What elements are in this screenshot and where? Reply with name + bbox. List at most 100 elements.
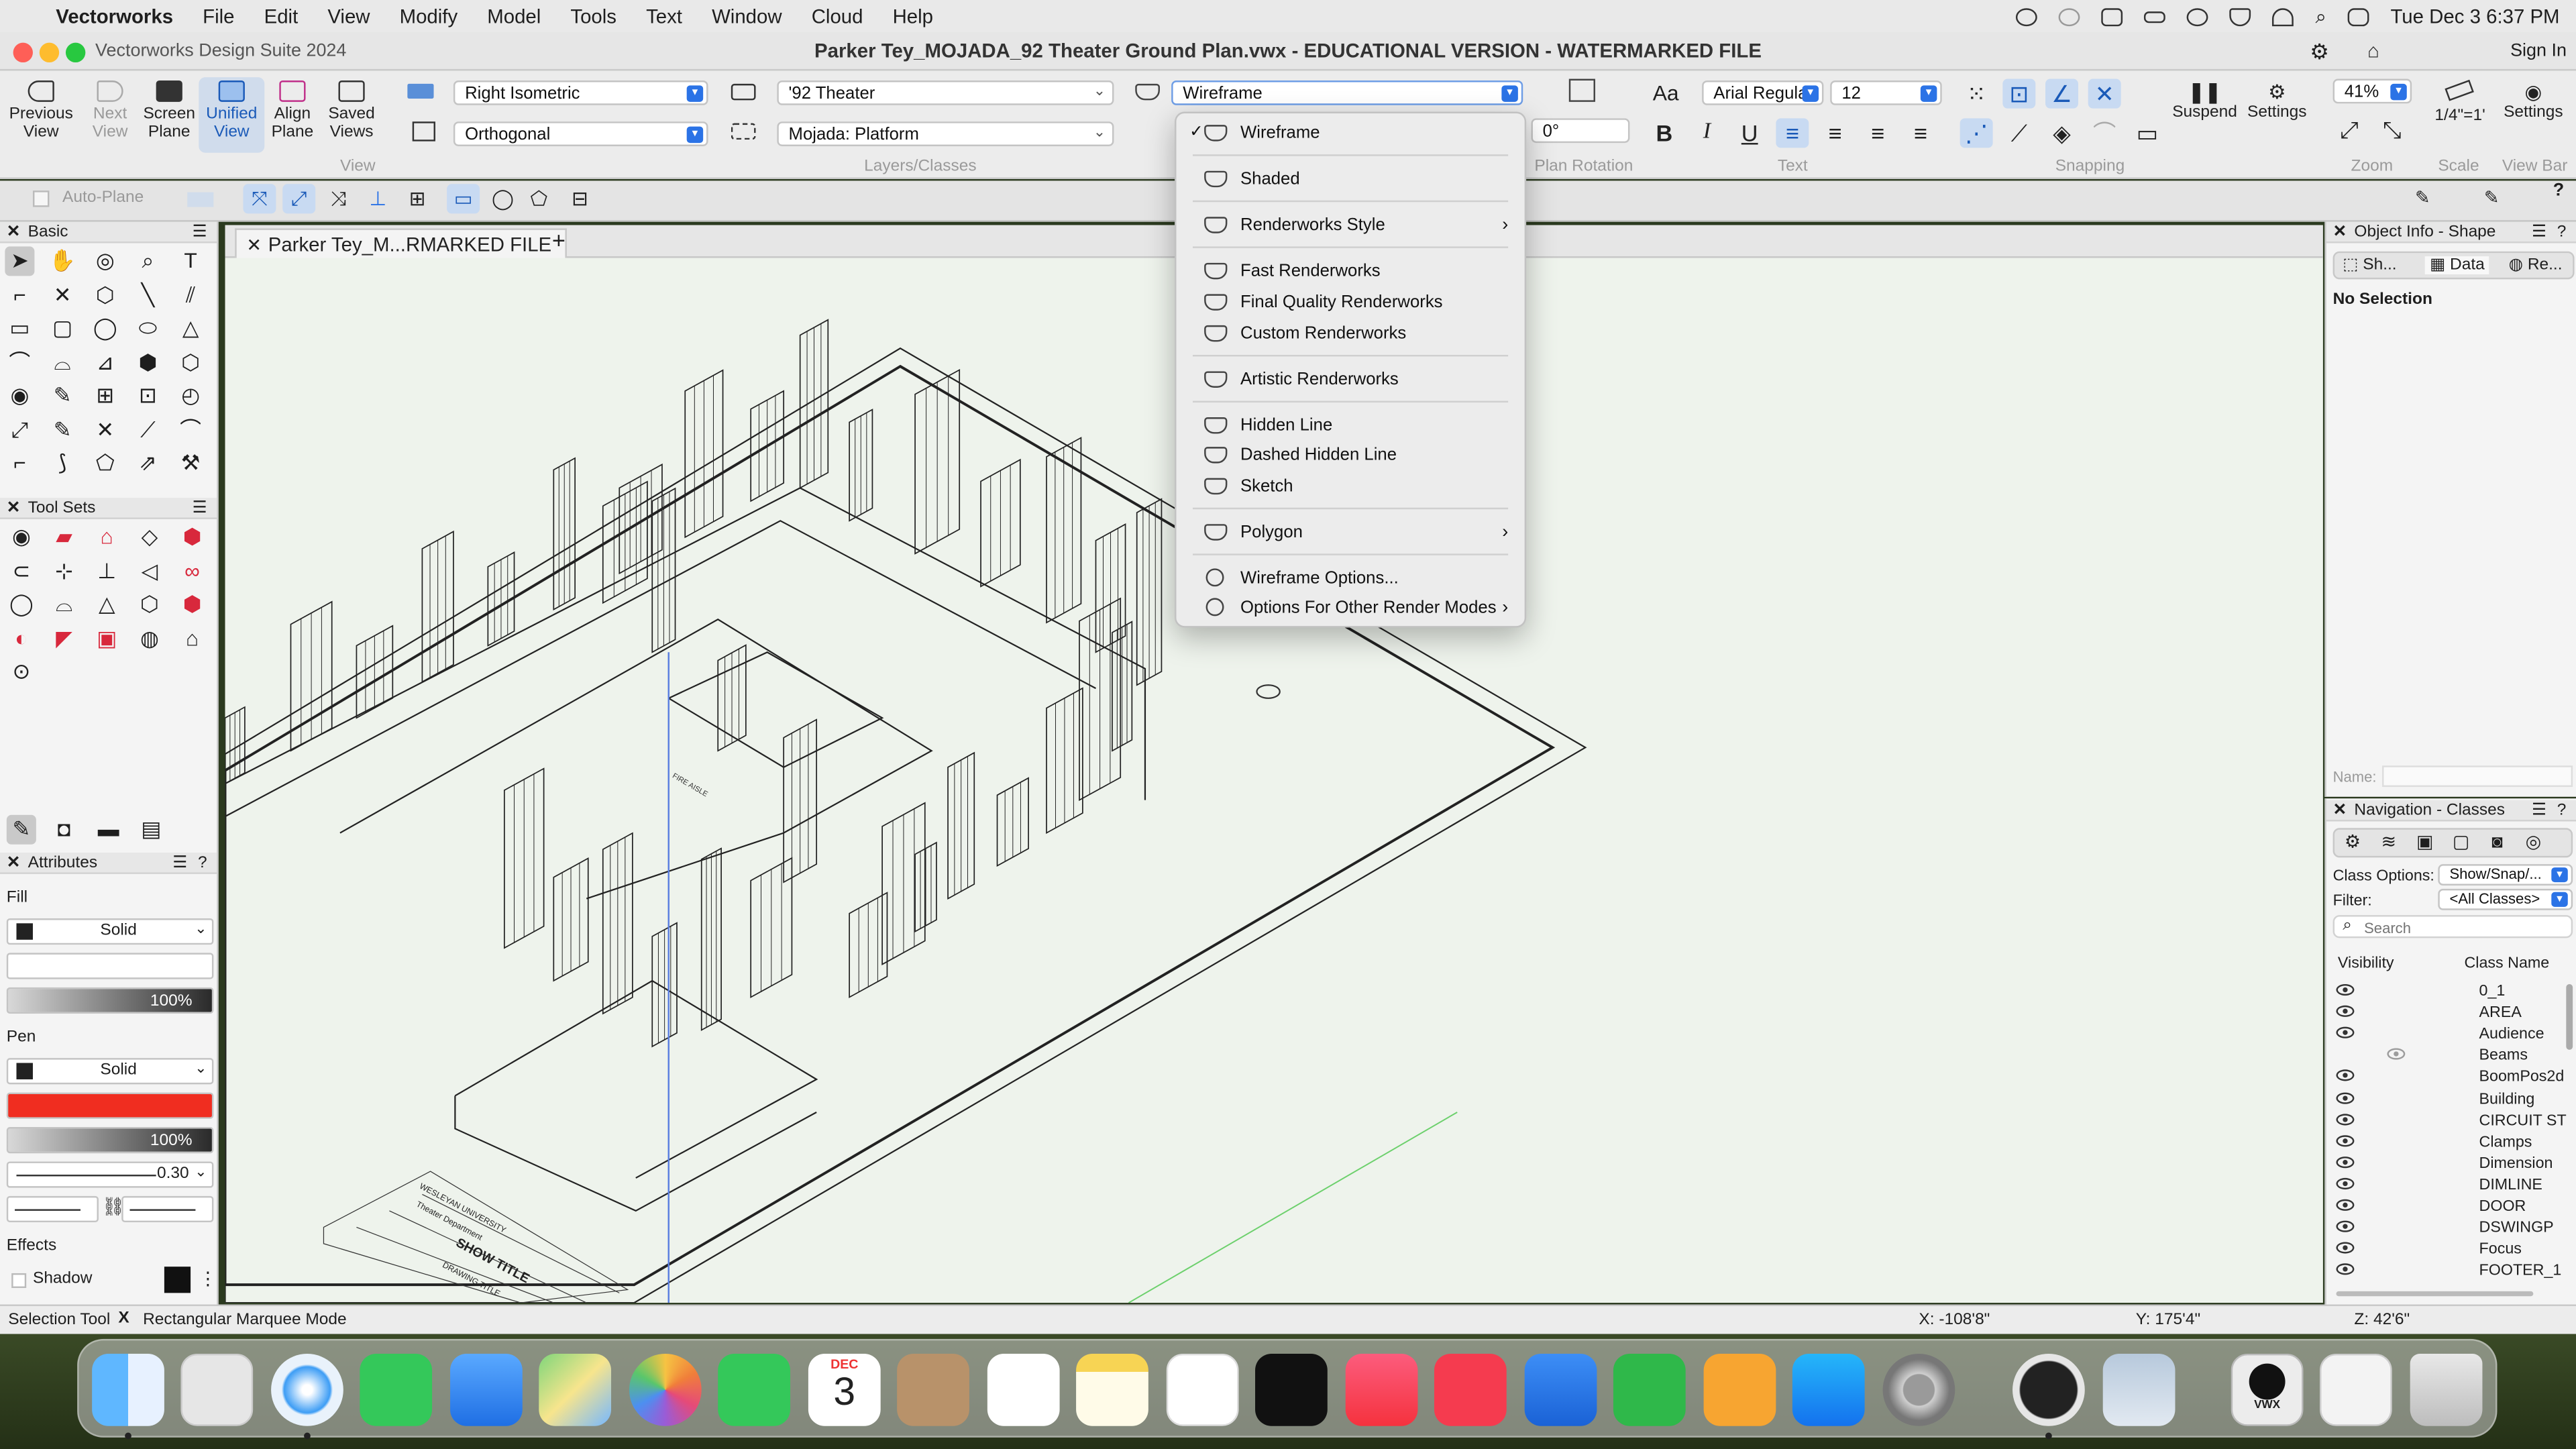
class-options-select[interactable]: Show/Snap/... ▾: [2438, 864, 2573, 886]
pen-style-select[interactable]: Solid ⌄: [6, 1058, 214, 1085]
class-row[interactable]: AREA: [2326, 1004, 2573, 1026]
help-icon[interactable]: ?: [198, 853, 207, 874]
font-icon[interactable]: Aa: [1653, 80, 1679, 105]
menu-view[interactable]: View: [313, 5, 384, 28]
fill-color-swatch[interactable]: [16, 923, 33, 940]
render-menu-item-hidden-line[interactable]: Hidden Line: [1186, 411, 1515, 440]
sign-in-button[interactable]: Sign In: [2510, 41, 2567, 60]
launchpad-icon[interactable]: [180, 1353, 254, 1426]
stage-manager-icon[interactable]: [2102, 7, 2123, 25]
fillet-icon[interactable]: ⟋: [133, 415, 162, 444]
align-left-button[interactable]: ≡: [1776, 118, 1809, 148]
fill-style-select[interactable]: Solid ⌄: [6, 918, 214, 945]
scale-icon[interactable]: [2445, 79, 2474, 101]
nav-tab-references-icon[interactable]: ◎: [2518, 830, 2548, 856]
system-settings-icon[interactable]: [1882, 1353, 1955, 1426]
align-center-button[interactable]: ≡: [1819, 118, 1851, 148]
toolset-render-icon[interactable]: ◘: [49, 815, 78, 845]
line-start-select[interactable]: [6, 1195, 99, 1223]
toolset-box-icon[interactable]: ▣: [92, 623, 121, 653]
more-icon[interactable]: ⋮: [193, 1130, 209, 1148]
suspend-button[interactable]: ❚❚ Suspend: [2172, 80, 2238, 121]
drive-icon[interactable]: [2144, 10, 2166, 23]
eye-icon[interactable]: [2336, 1113, 2355, 1125]
zoom-page-button[interactable]: ⤡: [2375, 115, 2408, 144]
render-menu-item-wireframe[interactable]: ✓ Wireframe: [1186, 118, 1515, 148]
home-icon[interactable]: ⌂: [2367, 40, 2379, 62]
line-end-select[interactable]: [121, 1195, 214, 1223]
circle-tool-icon[interactable]: ◯: [91, 314, 120, 343]
freeform-icon[interactable]: [1166, 1353, 1239, 1426]
add-tab-button[interactable]: +: [552, 227, 566, 253]
pan-tool-icon[interactable]: ✋: [48, 246, 77, 276]
eye-icon[interactable]: [2336, 1264, 2355, 1276]
eye-icon[interactable]: [2336, 1242, 2355, 1254]
eye-icon[interactable]: [2336, 1177, 2355, 1189]
visibility-column-header[interactable]: Visibility: [2338, 955, 2394, 973]
render-menu-item-options-other-render-modes[interactable]: Options For Other Render Modes ›: [1186, 593, 1515, 623]
split-icon[interactable]: ✎: [48, 415, 77, 444]
snap-smart-edge-button[interactable]: ◈: [2045, 118, 2078, 148]
eyedropper-icon[interactable]: ✎: [48, 381, 77, 411]
font-size-select[interactable]: 12 ▾: [1830, 80, 1942, 105]
menu-tools[interactable]: Tools: [555, 5, 631, 28]
rounded-rect-icon[interactable]: ▢: [48, 314, 77, 343]
justify-button[interactable]: ≡: [1904, 118, 1937, 148]
render-menu-item-wireframe-options[interactable]: Wireframe Options...: [1186, 564, 1515, 593]
render-mode-select[interactable]: Wireframe ▾: [1171, 80, 1523, 105]
toolset-annotation-icon[interactable]: ◁: [135, 556, 164, 586]
snap-intersection-button[interactable]: ✕: [2088, 78, 2121, 109]
preview-icon[interactable]: [2102, 1353, 2176, 1426]
creative-cloud-icon[interactable]: [2016, 7, 2038, 25]
shadow-checkbox[interactable]: [11, 1273, 27, 1289]
eye-icon[interactable]: [2336, 1156, 2355, 1168]
italic-button[interactable]: I: [1690, 118, 1723, 148]
callout-tool-icon[interactable]: ⌐: [5, 280, 34, 310]
spiral-icon[interactable]: ◉: [5, 381, 34, 411]
toolset-lighting-icon[interactable]: ▬: [94, 815, 123, 845]
class-row[interactable]: Focus: [2326, 1240, 2573, 1262]
oval-tool-icon[interactable]: ⬭: [133, 314, 162, 343]
toolset-dome-icon[interactable]: ⌓: [49, 590, 78, 619]
gear-icon[interactable]: ⚙: [2310, 40, 2329, 66]
toolset-solid-icon[interactable]: ⬡: [135, 590, 164, 619]
zoom-tool-icon[interactable]: ⌕: [133, 246, 162, 276]
selection-mode-3-button[interactable]: ⤨: [322, 184, 355, 213]
saved-views-button[interactable]: Saved Views: [319, 77, 384, 142]
toolset-cone-icon[interactable]: △: [92, 590, 121, 619]
class-search-input[interactable]: [2364, 918, 2561, 936]
class-row[interactable]: BoomPos2d: [2326, 1069, 2573, 1090]
snap-settings-button[interactable]: ⚙ Settings: [2244, 80, 2310, 121]
vpn-icon[interactable]: [2187, 7, 2209, 25]
polygon-marquee-button[interactable]: ⬠: [523, 184, 555, 213]
toolset-spotlight-icon[interactable]: ▤: [136, 815, 166, 845]
class-search-field[interactable]: ⌕: [2332, 915, 2573, 938]
selection-mode-5-button[interactable]: ⊞: [401, 184, 434, 213]
numbers-icon[interactable]: [1613, 1353, 1686, 1426]
toolset-figure-icon[interactable]: ⌂: [177, 623, 207, 653]
class-select[interactable]: Mojada: Platform ⌄: [777, 121, 1114, 146]
offset-icon[interactable]: ⌐: [5, 449, 34, 478]
filter-select[interactable]: <All Classes> ▾: [2438, 888, 2573, 910]
toolset-circle-icon[interactable]: ◯: [7, 590, 36, 619]
eye-icon[interactable]: [2336, 983, 2355, 996]
toolset-furniture-icon[interactable]: ◇: [135, 523, 164, 552]
class-row[interactable]: Dimension: [2326, 1155, 2573, 1176]
auto-plane-checkbox[interactable]: [32, 191, 50, 207]
render-menu-item-artistic-renderworks[interactable]: Artistic Renderworks: [1186, 365, 1515, 394]
toolset-site-icon[interactable]: ⌂: [92, 523, 121, 552]
snap-smart-points-button[interactable]: ⟋: [2002, 118, 2035, 148]
toolset-building-shell-icon[interactable]: ▰: [49, 523, 78, 552]
freehand-icon[interactable]: ⊿: [91, 347, 120, 377]
document-tab[interactable]: ✕ Parker Tey_M...RMARKED FILE: [235, 228, 567, 258]
projection-select[interactable]: Orthogonal ▾: [453, 121, 708, 146]
shadow-color-swatch[interactable]: [164, 1267, 191, 1293]
modebar-right-icon-2[interactable]: ✎: [2484, 187, 2500, 209]
scale-value[interactable]: 1/4"=1': [2434, 107, 2485, 125]
selection-mode-4-button[interactable]: ⊥: [362, 184, 394, 213]
close-icon[interactable]: ✕: [246, 237, 262, 256]
toolset-mesh-sphere-icon[interactable]: ◍: [135, 623, 164, 653]
selection-tool-icon[interactable]: ➤: [5, 246, 35, 276]
tab-shape[interactable]: ⬚ Sh...: [2343, 256, 2396, 274]
menu-icon[interactable]: ☰: [193, 222, 207, 244]
